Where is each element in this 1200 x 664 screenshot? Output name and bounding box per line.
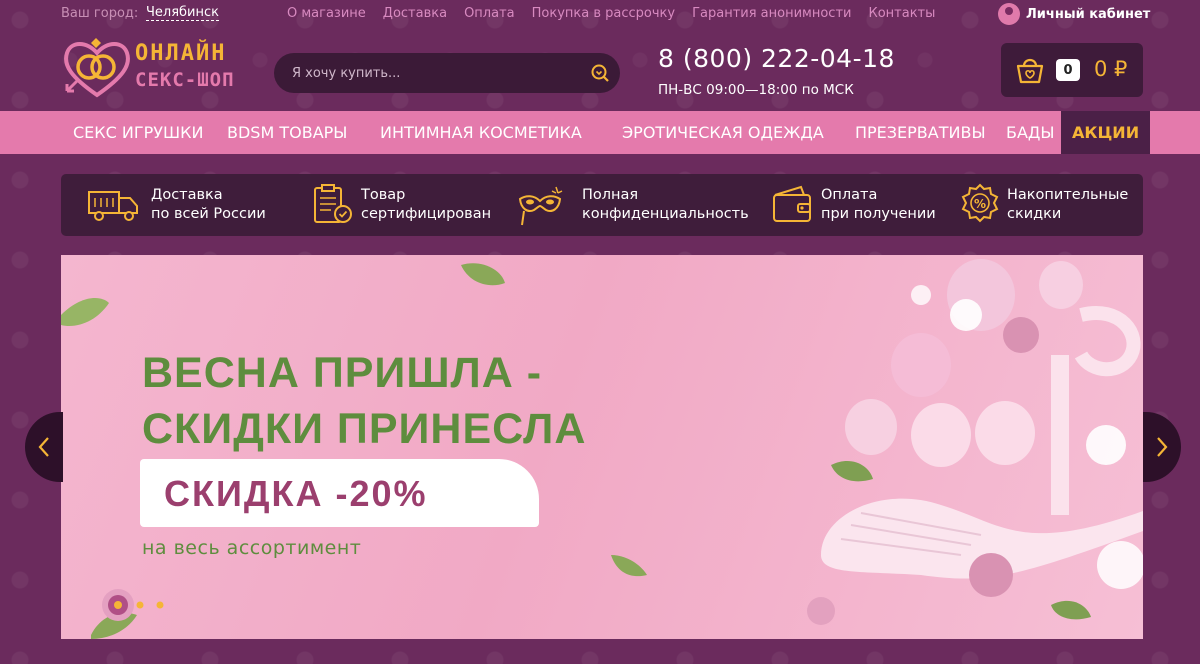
certificate-icon [314,184,352,223]
logo-line-1: ОНЛАЙН [135,41,227,66]
nav-sex-toys[interactable]: СЕКС ИГРУШКИ [73,111,203,154]
banner-title-line2: СКИДКИ ПРИНЕСЛА [142,405,587,453]
nav-cosmetics[interactable]: ИНТИМНАЯ КОСМЕТИКА [380,111,582,154]
slider-dot-3[interactable] [156,601,164,609]
mask-icon [518,186,563,226]
slider-dot-1-center [114,601,122,609]
top-bar: Ваш город: Челябинск О магазине Доставка… [0,0,1200,28]
city-selector[interactable]: Челябинск [146,6,220,21]
slider-dots [102,589,164,621]
site-logo[interactable]: ОНЛАЙН СЕКС-ШОП [61,37,241,99]
svg-text:%: % [974,197,986,211]
banner-subtitle: на весь ассортимент [142,537,362,559]
top-link-about[interactable]: О магазине [287,6,366,21]
wallet-icon [773,185,811,222]
advantage-certified-line1: Товар [361,187,406,203]
nav-condoms[interactable]: ПРЕЗЕРВАТИВЫ [855,111,986,154]
logo-text: ОНЛАЙН СЕКС-ШОП [135,41,235,93]
banner-title-line1: ВЕСНА ПРИШЛА - [142,349,543,397]
nav-clothing[interactable]: ЭРОТИЧЕСКАЯ ОДЕЖДА [622,111,824,154]
banner-discount-text: СКИДКА -20% [164,473,428,514]
nav-promotions[interactable]: АКЦИИ [1061,111,1151,154]
cart-sum: 0 ₽ [1094,57,1128,81]
advantage-confidential-line2: конфиденциальность [582,206,749,222]
cart-count-badge: 0 [1056,59,1080,81]
main-navigation: СЕКС ИГРУШКИ BDSM ТОВАРЫ ИНТИМНАЯ КОСМЕТ… [0,111,1200,154]
chevron-right-icon [1157,437,1168,457]
cart-button[interactable]: 0 0 ₽ [1001,43,1143,97]
slider-prev-button[interactable] [25,412,63,482]
top-link-anonymity[interactable]: Гарантия анонимности [692,6,851,21]
advantage-discounts-line1: Накопительные [1007,187,1129,203]
advantage-delivery-line1: Доставка [151,187,223,203]
top-links: О магазине Доставка Оплата Покупка в рас… [287,6,935,21]
banner-title: ВЕСНА ПРИШЛА - СКИДКИ ПРИНЕСЛА [142,345,782,457]
advantages-bar: Доставка по всей России Товар сертифицир… [61,174,1143,236]
top-link-delivery[interactable]: Доставка [383,6,447,21]
user-avatar-icon [998,3,1020,25]
nav-supplements[interactable]: БАДЫ [1006,111,1055,154]
phone-number[interactable]: 8 (800) 222-04-18 [658,44,895,73]
search-input[interactable] [292,65,572,81]
chevron-left-icon [38,437,49,457]
truck-icon [88,191,138,221]
advantage-payment-line2: при получении [821,206,936,222]
discount-icon: % [961,183,999,223]
top-link-installment[interactable]: Покупка в рассрочку [532,6,675,21]
logo-line-2: СЕКС-ШОП [135,69,235,91]
city-label: Ваш город: [61,6,139,21]
slider-dot-2[interactable] [136,601,144,609]
advantage-payment-line1: Оплата [821,187,878,203]
advantage-confidential-line1: Полная [582,187,639,203]
working-hours: ПН-ВС 09:00—18:00 по МСК [658,82,854,98]
search-bar [274,53,620,93]
advantage-certified-line2: сертифицирован [361,206,492,222]
nav-bdsm[interactable]: BDSM ТОВАРЫ [227,111,347,154]
shopping-bag-icon [1016,58,1044,84]
account-link[interactable]: Личный кабинет [998,3,1150,25]
promo-banner[interactable]: ВЕСНА ПРИШЛА - СКИДКИ ПРИНЕСЛА СКИДКА -2… [61,255,1143,639]
logo-rings-icon [64,38,130,98]
top-link-payment[interactable]: Оплата [464,6,515,21]
advantage-discounts-line2: скидки [1007,206,1062,222]
search-icon[interactable] [591,64,609,82]
slider-next-button[interactable] [1143,412,1181,482]
account-label: Личный кабинет [1026,6,1151,22]
advantage-delivery-line2: по всей России [151,206,266,222]
page: Ваш город: Челябинск О магазине Доставка… [0,0,1200,664]
top-link-contacts[interactable]: Контакты [868,6,935,21]
banner-discount-badge: СКИДКА -20% [140,459,539,527]
